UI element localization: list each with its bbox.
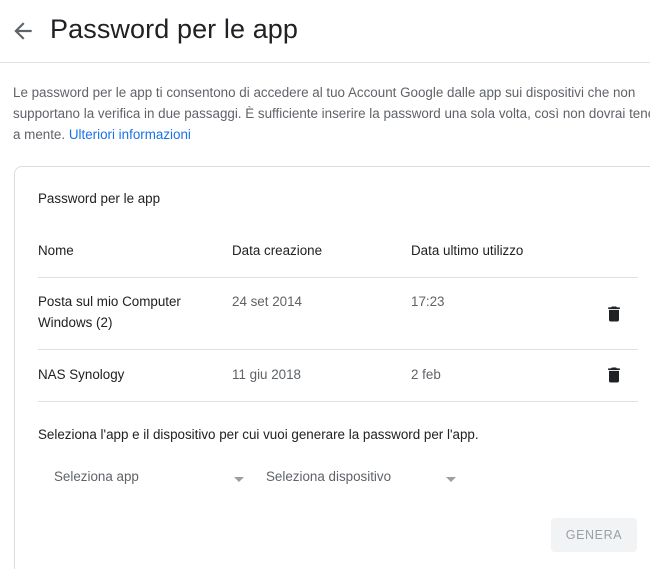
row-last-used: 17:23 xyxy=(411,294,445,309)
card-title: Password per le app xyxy=(38,191,161,206)
app-select-value: Seleziona app xyxy=(54,469,139,484)
arrow-left-icon xyxy=(14,22,32,40)
table-divider xyxy=(38,277,638,278)
device-select[interactable]: Seleziona dispositivo xyxy=(250,463,460,491)
row-last-used: 2 feb xyxy=(411,367,441,382)
row-created-date: 11 giu 2018 xyxy=(232,367,301,382)
row-app-name: Posta sul mio Computer Windows (2) xyxy=(38,294,181,330)
trash-icon xyxy=(608,367,620,383)
column-header-created: Data creazione xyxy=(232,243,323,258)
device-select-value: Seleziona dispositivo xyxy=(266,469,392,484)
back-button[interactable] xyxy=(10,18,36,44)
generate-button[interactable]: GENERA xyxy=(551,518,637,552)
learn-more-link[interactable]: Ulteriori informazioni xyxy=(69,127,191,142)
column-header-last-used: Data ultimo utilizzo xyxy=(411,243,524,258)
row-created-date: 24 set 2014 xyxy=(232,294,302,309)
generate-instructions: Seleziona l'app e il dispositivo per cui… xyxy=(38,427,479,442)
dropdown-arrow-icon xyxy=(446,477,456,482)
page-title: Password per le app xyxy=(50,14,299,44)
app-passwords-card: Password per le app Nome Data creazione … xyxy=(14,166,650,569)
table-divider xyxy=(38,349,638,350)
page-header: Password per le app xyxy=(0,0,650,63)
trash-icon xyxy=(608,306,620,322)
intro-text: Le password per le app ti consentono di … xyxy=(13,82,650,145)
table-divider xyxy=(38,401,638,402)
dropdown-arrow-icon xyxy=(234,477,244,482)
delete-button[interactable] xyxy=(604,364,624,386)
row-app-name: NAS Synology xyxy=(38,367,125,382)
column-header-name: Nome xyxy=(38,243,74,258)
app-select[interactable]: Seleziona app xyxy=(38,463,248,491)
app-passwords-page: Password per le app Le password per le a… xyxy=(0,0,650,569)
delete-button[interactable] xyxy=(604,303,624,325)
